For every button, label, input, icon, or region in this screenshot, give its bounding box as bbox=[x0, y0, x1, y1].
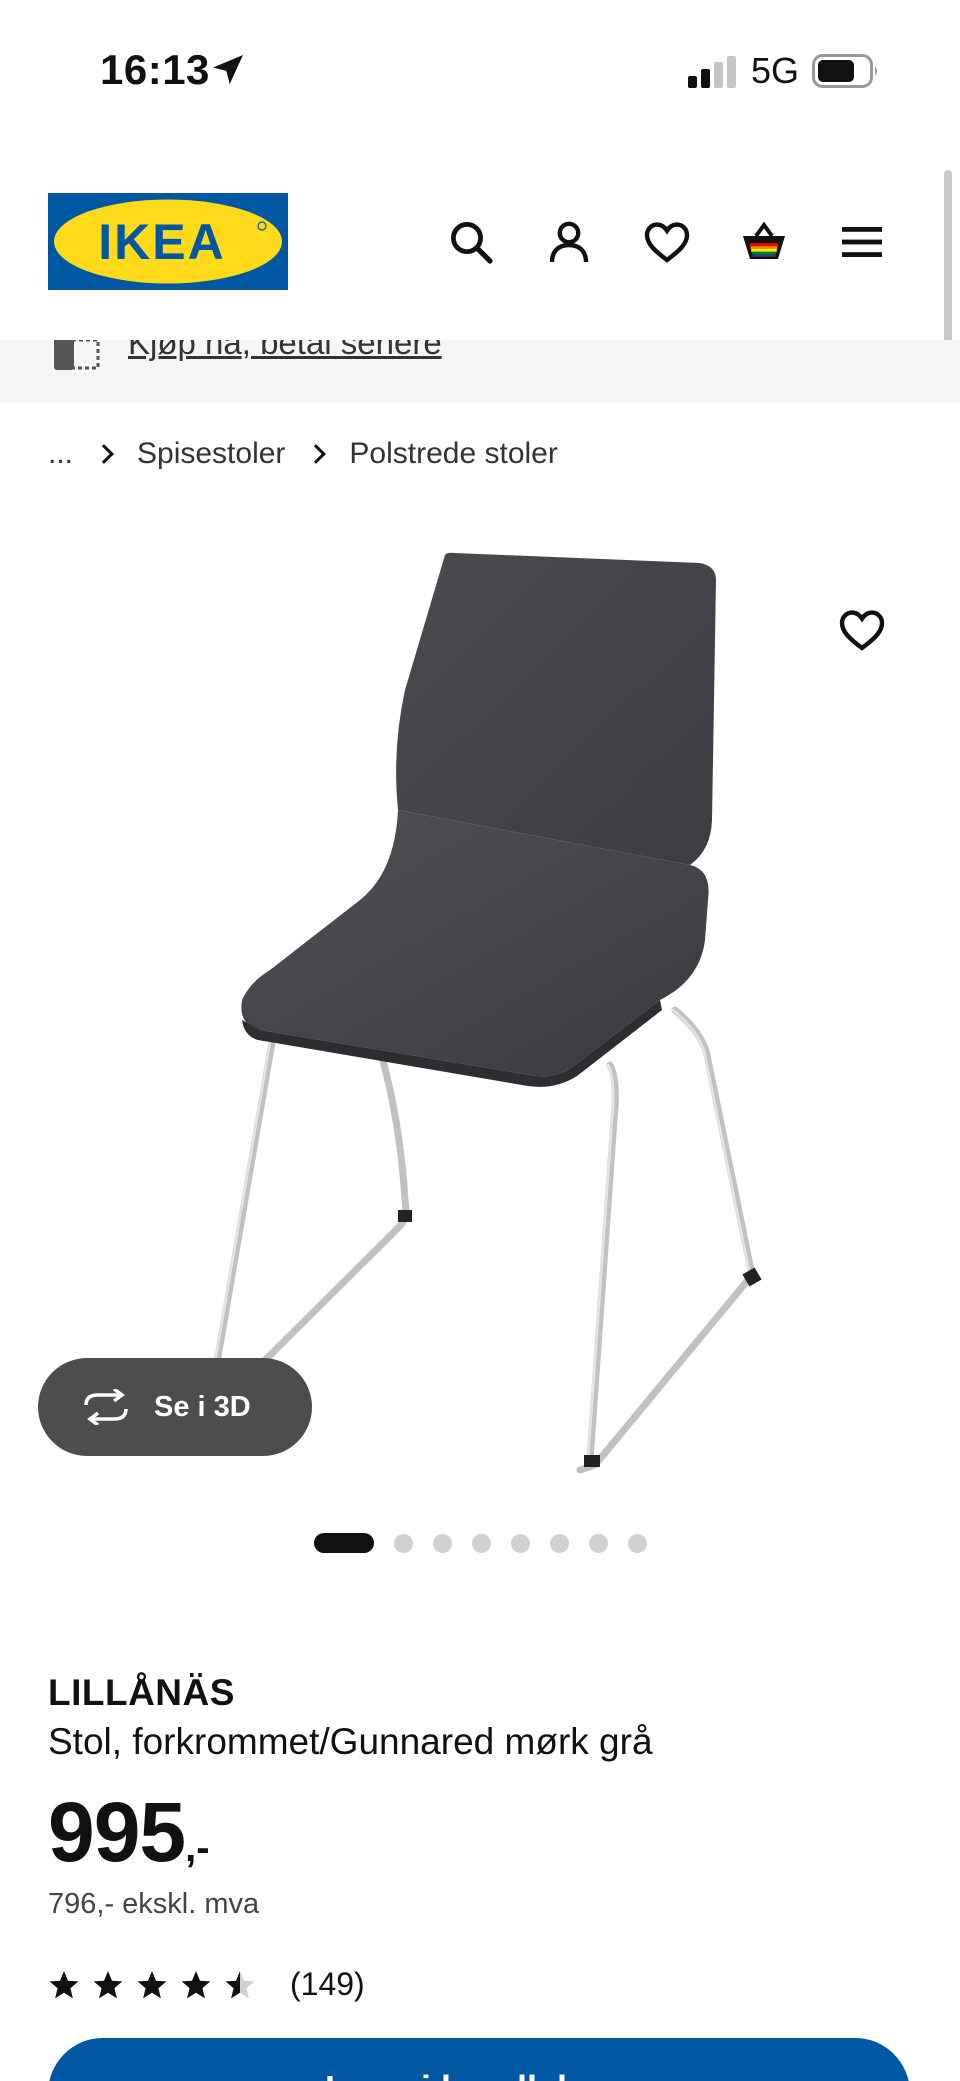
carousel-dot[interactable] bbox=[472, 1533, 491, 1553]
carousel-dot[interactable] bbox=[511, 1533, 530, 1553]
breadcrumb-item-spisestoler[interactable]: Spisestoler bbox=[137, 437, 285, 471]
search-icon[interactable] bbox=[447, 218, 495, 266]
user-icon[interactable] bbox=[545, 218, 593, 266]
breadcrumb-ellipsis[interactable]: ... bbox=[48, 437, 73, 471]
favorite-heart-icon[interactable] bbox=[838, 606, 886, 654]
carousel-dot[interactable] bbox=[433, 1533, 452, 1553]
product-name: LILLÅNÄS bbox=[48, 1672, 235, 1713]
buy-now-pay-later-link[interactable]: Kjøp nå, betal senere bbox=[128, 340, 442, 362]
price-amount: 995 bbox=[48, 1785, 186, 1879]
view-in-3d-button[interactable]: Se i 3D bbox=[38, 1358, 312, 1456]
rotate-3d-icon bbox=[84, 1389, 128, 1425]
price-suffix: ,- bbox=[185, 1826, 210, 1870]
breadcrumb: ... Spisestoler Polstrede stoler bbox=[48, 434, 558, 474]
star-icon bbox=[93, 1970, 123, 1998]
product-rating[interactable]: (149) bbox=[48, 1966, 365, 2003]
product-price: 995 ,- bbox=[48, 1784, 210, 1881]
status-bar: 16:13 5G bbox=[0, 0, 960, 140]
star-icon bbox=[137, 1970, 167, 1998]
add-to-cart-button[interactable]: Legg i handlekurv bbox=[48, 2038, 910, 2081]
heart-icon[interactable] bbox=[643, 218, 691, 266]
star-icon bbox=[181, 1970, 211, 1998]
battery-icon bbox=[812, 54, 877, 88]
breadcrumb-item-polstrede-stoler[interactable]: Polstrede stoler bbox=[349, 437, 557, 471]
star-half-icon bbox=[225, 1970, 255, 1998]
promo-banner: Kjøp nå, betal senere bbox=[0, 340, 960, 402]
payment-card-icon bbox=[54, 340, 100, 370]
view-in-3d-label: Se i 3D bbox=[154, 1390, 251, 1423]
menu-icon[interactable] bbox=[838, 218, 886, 266]
site-header: IKEA bbox=[0, 140, 960, 340]
chevron-right-icon bbox=[94, 444, 114, 464]
network-type: 5G bbox=[751, 50, 800, 91]
review-count: (149) bbox=[290, 1966, 365, 2002]
location-arrow-icon bbox=[213, 55, 243, 85]
cellular-signal-icon bbox=[688, 56, 736, 88]
carousel-dot[interactable] bbox=[394, 1533, 413, 1553]
carousel-dot-active[interactable] bbox=[314, 1533, 374, 1553]
carousel-dot[interactable] bbox=[628, 1533, 647, 1553]
product-image[interactable] bbox=[0, 520, 960, 1490]
carousel-dot[interactable] bbox=[589, 1533, 608, 1553]
star-icon bbox=[49, 1970, 79, 1998]
ikea-logo[interactable]: IKEA bbox=[48, 193, 288, 290]
cart-icon[interactable] bbox=[740, 218, 788, 266]
image-carousel-indicator bbox=[314, 1533, 667, 1553]
chevron-right-icon bbox=[306, 444, 327, 464]
product-description: Stol, forkrommet/Gunnared mørk grå bbox=[48, 1721, 653, 1762]
price-excl-vat: 796,- ekskl. mva bbox=[48, 1888, 260, 1920]
status-time: 16:13 bbox=[100, 46, 210, 93]
carousel-dot[interactable] bbox=[550, 1533, 569, 1553]
svg-text:IKEA: IKEA bbox=[98, 214, 225, 270]
